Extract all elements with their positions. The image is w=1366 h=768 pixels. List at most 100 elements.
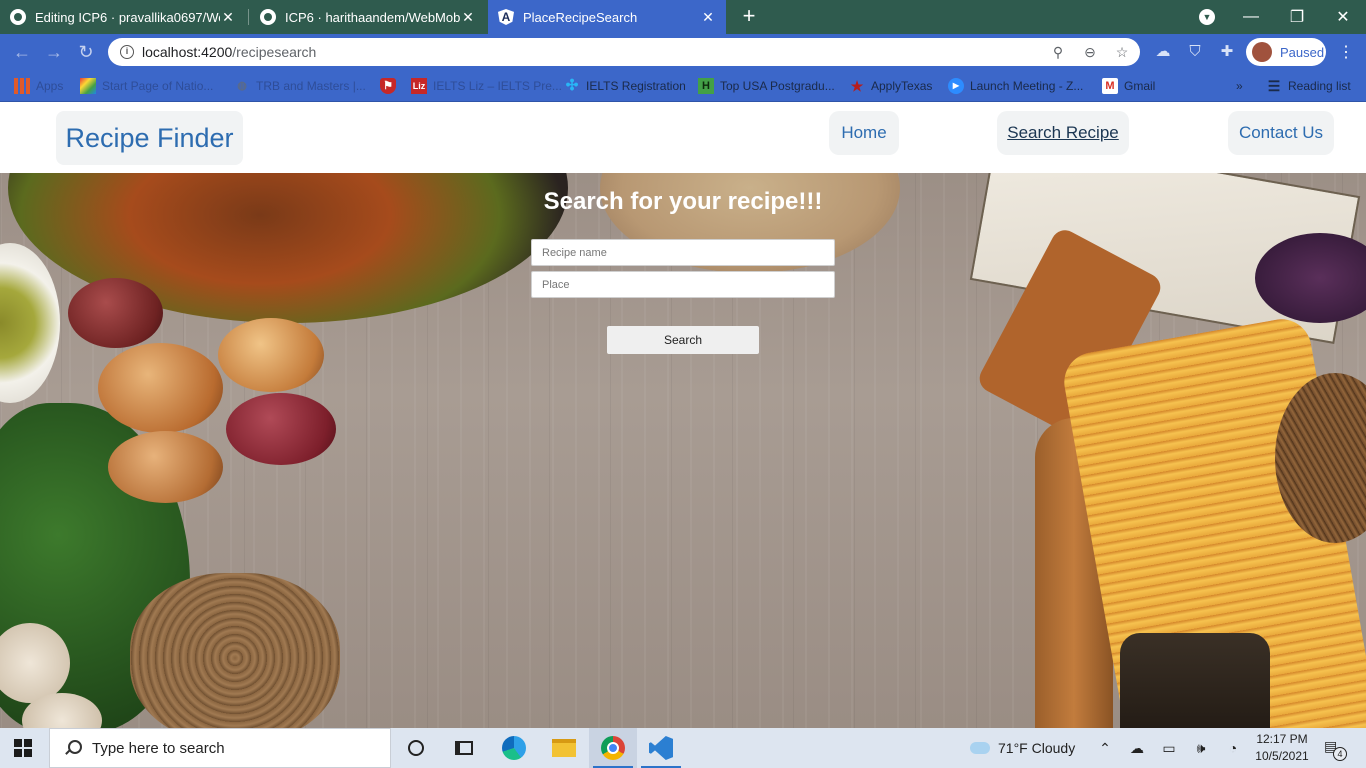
github-icon: [10, 9, 26, 25]
new-tab-button[interactable]: +: [736, 4, 762, 30]
tab-title: ICP6 · harithaandem/WebMobile: [285, 9, 460, 25]
olive-bowl-image: [0, 243, 60, 403]
extension-shield-icon[interactable]: ⛉: [1186, 43, 1204, 61]
chrome-icon: [601, 736, 625, 760]
zoom-icon: ▶: [948, 78, 964, 94]
reading-list-button[interactable]: ☰ Reading list: [1266, 76, 1351, 96]
browser-tab-icp6[interactable]: ICP6 · harithaandem/WebMobile ✕: [250, 0, 486, 34]
notifications-icon[interactable]: ▤ 4: [1324, 738, 1347, 761]
bookmark-trb-masters[interactable]: ◍ TRB and Masters |...: [234, 76, 366, 96]
volume-icon[interactable]: 🕪: [1192, 739, 1210, 757]
ielts-icon: ✣: [565, 77, 579, 94]
bookmark-star-icon[interactable]: ☆: [1114, 44, 1130, 60]
wifi-icon[interactable]: ◔: [1224, 739, 1242, 757]
browser-tab-bar: Editing ICP6 · pravallika0697/Web ✕ ICP6…: [0, 0, 1366, 34]
back-arrow-icon[interactable]: ←: [10, 40, 34, 64]
bookmark-shield[interactable]: ⚑: [380, 76, 402, 96]
battery-icon[interactable]: ▭: [1160, 739, 1178, 757]
apps-grid-icon: [14, 78, 30, 94]
profile-status: Paused: [1280, 44, 1325, 60]
windows-start-icon[interactable]: [14, 739, 32, 757]
onion-image: [218, 318, 324, 392]
tab-close-icon[interactable]: ✕: [220, 9, 236, 26]
tab-divider: [248, 9, 249, 25]
bookmark-start-page[interactable]: Start Page of Natio...: [80, 76, 213, 96]
more-menu-icon[interactable]: ⋮: [1338, 42, 1354, 62]
bookmarks-bar: Apps Start Page of Natio... ◍ TRB and Ma…: [0, 70, 1366, 102]
nav-home[interactable]: Home: [829, 111, 899, 155]
weather-widget[interactable]: 71°F Cloudy: [970, 728, 1075, 768]
oil-jar-image: [1120, 633, 1270, 728]
onion-image: [68, 278, 163, 348]
chevron-up-icon[interactable]: ⌃: [1096, 739, 1114, 757]
angular-icon: A: [498, 9, 514, 25]
extension-cloud-icon[interactable]: ☁: [1154, 43, 1172, 61]
reading-list-icon: ☰: [1267, 78, 1281, 94]
taskbar-edge[interactable]: [490, 728, 538, 768]
place-input[interactable]: [531, 271, 835, 298]
location-pin-icon[interactable]: ⚲: [1050, 44, 1066, 60]
bookmarks-overflow-button[interactable]: »: [1236, 76, 1243, 96]
cortana-icon: [408, 740, 424, 756]
windows-taskbar: Type here to search 71°F Cloudy ⌃ ☁ ▭ 🕪 …: [0, 728, 1366, 768]
forward-arrow-icon[interactable]: →: [42, 40, 66, 64]
zoom-icon[interactable]: ⊖: [1082, 44, 1098, 60]
bookmark-ielts-liz[interactable]: Liz IELTS Liz – IELTS Pre...: [411, 76, 562, 96]
bookmark-launch-meeting[interactable]: ▶ Launch Meeting - Z...: [948, 76, 1083, 96]
url-text[interactable]: localhost:4200/recipesearch: [142, 44, 316, 60]
nav-contact-us[interactable]: Contact Us: [1228, 111, 1334, 155]
recipe-name-input[interactable]: [531, 239, 835, 266]
bookmark-top-usa[interactable]: H Top USA Postgradu...: [698, 76, 835, 96]
address-bar[interactable]: i localhost:4200/recipesearch ⚲ ⊖ ☆: [108, 38, 1140, 66]
bookmark-gmail[interactable]: M Gmail: [1102, 76, 1155, 96]
site-header: Recipe Finder Home Search Recipe Contact…: [0, 102, 1366, 173]
brand-logo[interactable]: Recipe Finder: [56, 111, 243, 165]
browser-tab-place-recipe-search[interactable]: A PlaceRecipeSearch ✕: [488, 0, 726, 34]
taskbar-search-placeholder: Type here to search: [92, 739, 225, 757]
task-view-button[interactable]: [440, 728, 488, 768]
bookmark-ielts-registration[interactable]: ✣ IELTS Registration: [564, 76, 686, 96]
taskbar-chrome[interactable]: [589, 728, 637, 768]
clock-time: 12:17 PM: [1256, 732, 1308, 746]
tab-close-icon[interactable]: ✕: [460, 9, 476, 26]
weather-text: 71°F Cloudy: [998, 740, 1076, 756]
bookmark-apps[interactable]: Apps: [14, 76, 63, 96]
globe-icon: ◍: [237, 80, 247, 92]
clock[interactable]: 12:17 PM 10/5/2021: [1252, 731, 1312, 765]
vscode-icon: [649, 736, 673, 760]
taskbar-file-explorer[interactable]: [540, 728, 588, 768]
gmail-icon: M: [1102, 78, 1118, 94]
close-window-button[interactable]: ✕: [1320, 0, 1366, 34]
extensions-puzzle-icon[interactable]: ✚: [1218, 43, 1236, 61]
taskbar-vscode[interactable]: [637, 728, 685, 768]
liz-icon: Liz: [411, 78, 427, 94]
star-icon: ★: [850, 78, 864, 94]
search-button[interactable]: Search: [607, 326, 759, 354]
fusilli-pasta-image: [130, 573, 340, 728]
tab-title: Editing ICP6 · pravallika0697/Web: [35, 9, 220, 25]
github-icon: [260, 9, 276, 25]
nav-search-recipe[interactable]: Search Recipe: [997, 111, 1129, 155]
search-icon: [64, 740, 82, 756]
tab-close-icon[interactable]: ✕: [700, 9, 716, 26]
site-info-icon[interactable]: i: [120, 45, 134, 59]
profile-button[interactable]: Paused: [1246, 38, 1326, 66]
browser-toolbar: ← → ↻ i localhost:4200/recipesearch ⚲ ⊖ …: [0, 34, 1366, 70]
reload-icon[interactable]: ↻: [74, 40, 98, 64]
browser-tab-editing-icp6[interactable]: Editing ICP6 · pravallika0697/Web ✕: [0, 0, 246, 34]
tab-search-icon[interactable]: ▼: [1199, 9, 1215, 25]
task-view-icon: [455, 741, 473, 755]
minimize-button[interactable]: —: [1228, 0, 1274, 34]
maximize-button[interactable]: ❐: [1274, 0, 1320, 34]
avatar: [1252, 42, 1272, 62]
colorful-squares-icon: [80, 78, 96, 94]
tab-title: PlaceRecipeSearch: [523, 9, 638, 25]
taskbar-search-box[interactable]: Type here to search: [49, 728, 391, 768]
onedrive-cloud-icon[interactable]: ☁: [1128, 739, 1146, 757]
onion-image: [98, 343, 223, 433]
edge-icon: [502, 736, 526, 760]
cloud-icon: [970, 742, 990, 754]
search-heading: Search for your recipe!!!: [543, 188, 823, 215]
cortana-button[interactable]: [392, 728, 440, 768]
bookmark-applytexas[interactable]: ★ ApplyTexas: [849, 76, 933, 96]
